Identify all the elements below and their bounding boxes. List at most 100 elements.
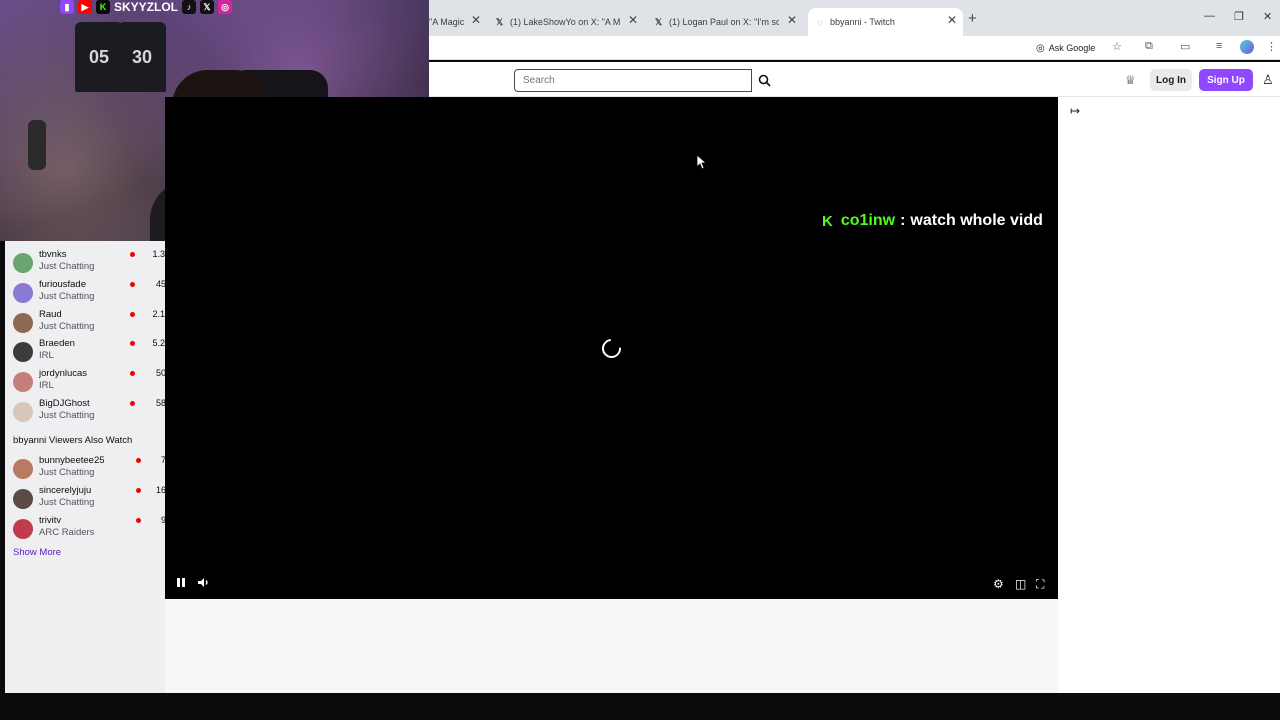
volume-icon xyxy=(198,578,208,587)
extensions-icon[interactable]: ⧉ xyxy=(1145,40,1153,53)
channel-name: jordynlucas xyxy=(39,368,88,379)
bottom-border xyxy=(0,693,1280,720)
sidebar-channel[interactable]: BigDJGhost Just Chatting 584 xyxy=(13,398,171,426)
sidebar-channel[interactable]: tbvnks Just Chatting 1.3K xyxy=(13,249,171,277)
kebab-menu-icon[interactable]: ⋮ xyxy=(1266,40,1277,53)
close-tab-icon[interactable]: ✕ xyxy=(471,13,481,27)
tab-title: (1) Logan Paul on X: "I'm sorry xyxy=(669,17,779,27)
tab-title: (1) LakeShowYo on X: "A Magic xyxy=(510,17,620,27)
channel-category: Just Chatting xyxy=(39,497,95,508)
close-tab-icon[interactable]: ✕ xyxy=(628,13,638,27)
live-dot-icon xyxy=(136,488,141,493)
show-more-link[interactable]: Show More xyxy=(13,547,61,558)
new-tab-button[interactable]: + xyxy=(968,10,977,27)
ask-google-label: Ask Google xyxy=(1048,43,1096,53)
streamer-handle: SKYYZLOL xyxy=(114,0,179,14)
mouse-cursor-icon xyxy=(697,155,707,170)
profile-avatar[interactable] xyxy=(1240,40,1254,54)
restore-window-icon[interactable]: ❐ xyxy=(1234,10,1244,23)
pause-button[interactable] xyxy=(176,577,186,591)
tab-title: bbyanni - Twitch xyxy=(830,17,895,27)
channel-category: Just Chatting xyxy=(39,291,95,302)
avatar xyxy=(13,313,33,333)
channel-category: IRL xyxy=(39,350,54,361)
youtube-logo-icon: ▶ xyxy=(78,0,92,14)
search-input[interactable] xyxy=(514,69,752,92)
browser-tab[interactable]: 𝕏 (1) Logan Paul on X: "I'm sorry ✕ xyxy=(653,8,803,36)
browser-tab[interactable]: "A Magic ✕ xyxy=(429,8,487,36)
chat-panel-collapsed xyxy=(1058,97,1280,693)
close-window-icon[interactable]: ✕ xyxy=(1263,10,1272,23)
chat-username: co1inw xyxy=(840,212,896,229)
screen: { "browser": { "tabs": [ {"title": "\"A … xyxy=(0,0,1280,720)
channel-name: tbvnks xyxy=(39,249,67,260)
live-dot-icon xyxy=(130,401,135,406)
bookmark-star-icon[interactable]: ☆ xyxy=(1112,40,1122,53)
tiktok-logo-icon: ♪ xyxy=(182,0,197,14)
chat-separator: : xyxy=(900,212,906,229)
sidebar-channel[interactable]: furiousfade Just Chatting 451 xyxy=(13,279,171,307)
avatar xyxy=(13,459,33,479)
media-controls-icon[interactable]: ≡ xyxy=(1216,40,1222,52)
channel-name: Raud xyxy=(39,309,62,320)
user-menu-icon[interactable]: ♙ xyxy=(1262,72,1274,88)
live-dot-icon xyxy=(130,252,135,257)
settings-gear-icon[interactable]: ⚙ xyxy=(993,577,1004,591)
twitch-favicon: ◌ xyxy=(816,17,823,27)
cast-icon[interactable]: ▭ xyxy=(1180,40,1190,53)
live-dot-icon xyxy=(130,312,135,317)
minimize-window-icon[interactable]: — xyxy=(1204,10,1215,22)
twitch-logo-icon: ▮ xyxy=(60,0,74,14)
prime-crown-icon[interactable]: ♕ xyxy=(1125,73,1136,87)
instagram-logo-icon: ◎ xyxy=(218,0,233,14)
sidebar-channel[interactable]: jordynlucas IRL 506 xyxy=(13,368,171,396)
channel-name: trivitv xyxy=(39,515,62,526)
x-logo-icon: 𝕏 xyxy=(200,0,215,14)
theatre-mode-icon[interactable]: ◫ xyxy=(1015,577,1026,591)
live-dot-icon xyxy=(130,371,135,376)
search-button[interactable] xyxy=(753,69,776,92)
channel-category: ARC Raiders xyxy=(39,527,95,538)
close-tab-icon[interactable]: ✕ xyxy=(947,13,957,27)
channel-category: IRL xyxy=(39,380,54,391)
browser-tab-active[interactable]: ◌ bbyanni - Twitch ✕ xyxy=(808,8,963,36)
login-button[interactable]: Log In xyxy=(1150,69,1192,91)
sidebar-channel[interactable]: bunnybeetee25 Just Chatting 72 xyxy=(13,455,171,483)
expand-chat-icon[interactable]: ↦ xyxy=(1070,104,1080,118)
sidebar-channel[interactable]: Braeden IRL 5.2K xyxy=(13,338,171,366)
avatar xyxy=(13,402,33,422)
google-lens-icon: ◎ xyxy=(1036,42,1045,54)
channel-name: BigDJGhost xyxy=(39,398,90,409)
browser-tab[interactable]: 𝕏 (1) LakeShowYo on X: "A Magic ✕ xyxy=(494,8,644,36)
chat-overlay-message: K co1inw : watch whole vidd xyxy=(822,210,1043,232)
channel-category: Just Chatting xyxy=(39,261,95,272)
sidebar-channel[interactable]: Raud Just Chatting 2.1K xyxy=(13,309,171,337)
live-dot-icon xyxy=(130,341,135,346)
chat-text: watch whole vidd xyxy=(910,212,1043,229)
avatar xyxy=(13,519,33,539)
x-logo-icon: 𝕏 xyxy=(654,16,663,27)
jersey: 05 xyxy=(75,22,123,92)
ask-google-button[interactable]: ◎ Ask Google xyxy=(1036,40,1095,56)
channel-category: Just Chatting xyxy=(39,321,95,332)
close-tab-icon[interactable]: ✕ xyxy=(787,13,797,27)
avatar xyxy=(13,342,33,362)
fullscreen-icon[interactable]: ⛶ xyxy=(1036,577,1044,592)
sidebar-channel[interactable]: sincerelyjuju Just Chatting 165 xyxy=(13,485,171,513)
jersey: 30 xyxy=(118,22,166,92)
channel-category: Just Chatting xyxy=(39,410,95,421)
signup-button[interactable]: Sign Up xyxy=(1199,69,1253,91)
tab-title: "A Magic xyxy=(429,17,465,27)
kick-logo-icon: K xyxy=(822,212,833,230)
avatar xyxy=(13,283,33,303)
x-logo-icon: 𝕏 xyxy=(495,16,504,27)
avatar xyxy=(13,372,33,392)
sidebar-channel[interactable]: trivitv ARC Raiders 90 xyxy=(13,515,171,543)
social-handles-bar: ▮ ▶ K SKYYZLOL ♪ 𝕏 ◎ xyxy=(60,0,233,14)
channel-category: Just Chatting xyxy=(39,467,95,478)
pause-icon xyxy=(177,578,185,587)
volume-button[interactable] xyxy=(197,577,209,591)
live-dot-icon xyxy=(136,518,141,523)
microphone xyxy=(28,120,46,170)
channel-name: sincerelyjuju xyxy=(39,485,92,496)
